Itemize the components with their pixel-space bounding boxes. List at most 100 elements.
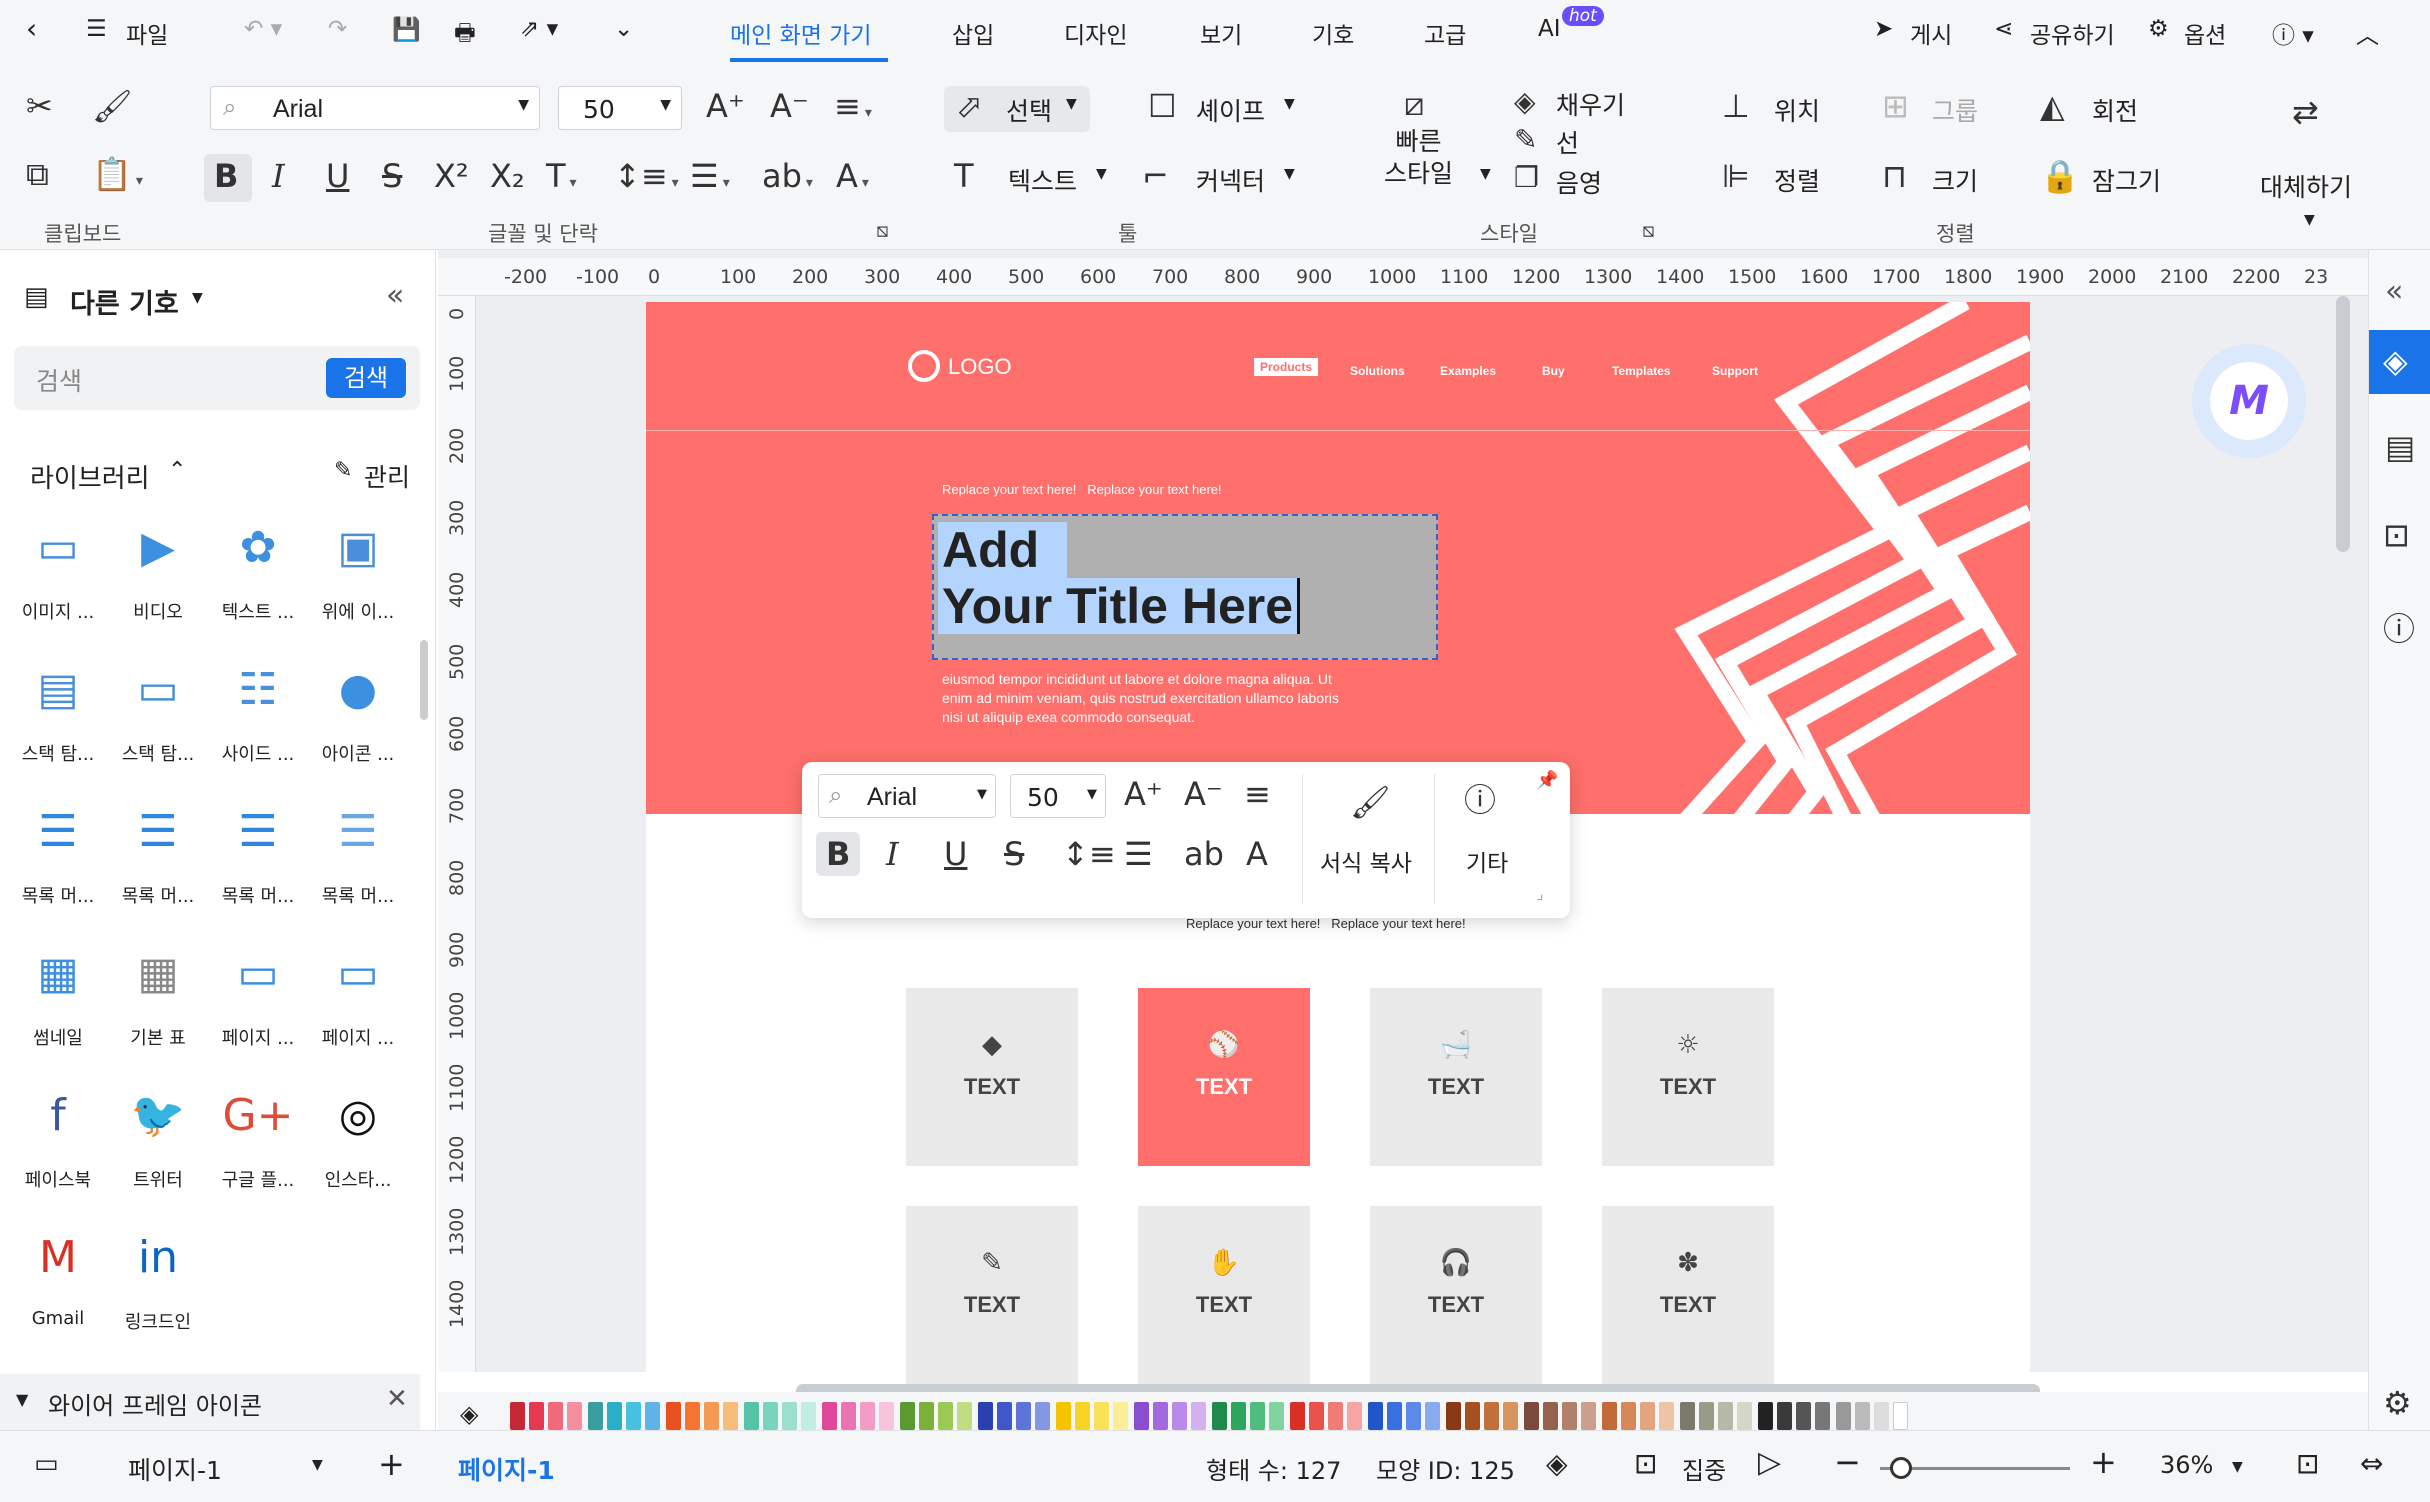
color-swatch[interactable] bbox=[1777, 1402, 1792, 1430]
page-tab-active[interactable]: 페이지-1 bbox=[458, 1451, 555, 1487]
library-item[interactable]: ✿ 텍스트 ... bbox=[210, 520, 306, 630]
color-swatch[interactable] bbox=[1737, 1402, 1752, 1430]
search-box[interactable]: 검색 검색 bbox=[14, 346, 420, 410]
publish-button[interactable]: 게시 bbox=[1910, 16, 1952, 50]
color-swatch[interactable] bbox=[1153, 1402, 1168, 1430]
color-swatch[interactable] bbox=[1815, 1402, 1830, 1430]
color-swatch[interactable] bbox=[685, 1402, 700, 1430]
text-tool[interactable]: 텍스트 bbox=[1008, 162, 1077, 198]
font-color-icon[interactable]: A bbox=[1246, 838, 1268, 870]
color-swatch[interactable] bbox=[529, 1402, 544, 1430]
expand-panel-icon[interactable]: « bbox=[2385, 274, 2403, 309]
line-spacing-icon[interactable]: ↕≡ ▾ bbox=[614, 160, 679, 192]
ai-assistant-button[interactable]: M bbox=[2192, 344, 2306, 458]
font-family-select[interactable]: ⌕ Arial ▼ bbox=[210, 86, 540, 130]
undo-icon[interactable]: ↶ ▾ bbox=[244, 16, 282, 42]
pin-icon[interactable]: 📌 bbox=[1536, 770, 1558, 791]
color-swatch[interactable] bbox=[1387, 1402, 1402, 1430]
italic-icon[interactable]: I bbox=[886, 838, 899, 870]
settings-icon[interactable]: ⚙ bbox=[2383, 1384, 2412, 1422]
library-item[interactable]: ◎ 인스타... bbox=[310, 1088, 406, 1198]
color-swatch[interactable] bbox=[938, 1402, 953, 1430]
color-swatch[interactable] bbox=[1231, 1402, 1246, 1430]
color-swatch[interactable] bbox=[1425, 1402, 1440, 1430]
expand-icon[interactable]: ⧅ bbox=[1642, 220, 1655, 240]
feature-tile[interactable]: ✋ TEXT bbox=[1138, 1206, 1310, 1384]
tab-insert[interactable]: 삽입 bbox=[952, 16, 994, 50]
size-button[interactable]: 크기 bbox=[1932, 162, 1978, 198]
color-swatch[interactable] bbox=[607, 1402, 622, 1430]
color-swatch[interactable] bbox=[1290, 1402, 1305, 1430]
color-swatch[interactable] bbox=[1503, 1402, 1518, 1430]
zoom-level[interactable]: 36% bbox=[2160, 1451, 2213, 1479]
library-item[interactable]: ☰ 목록 머... bbox=[10, 804, 106, 914]
color-swatch[interactable] bbox=[744, 1402, 759, 1430]
layers-icon[interactable]: ◈ bbox=[1546, 1447, 1568, 1480]
nav-products[interactable]: Products bbox=[1254, 358, 1319, 376]
decrease-font-icon[interactable]: A⁻ bbox=[770, 90, 809, 122]
select-tool[interactable]: 선택 bbox=[1006, 92, 1052, 128]
font-size-select[interactable]: 50 ▼ bbox=[558, 86, 682, 130]
color-swatch[interactable] bbox=[1250, 1402, 1265, 1430]
color-swatch[interactable] bbox=[1056, 1402, 1071, 1430]
color-swatch[interactable] bbox=[626, 1402, 641, 1430]
library-item[interactable]: ▭ 페이지 ... bbox=[210, 946, 306, 1056]
color-swatch[interactable] bbox=[860, 1402, 875, 1430]
color-swatch[interactable] bbox=[978, 1402, 993, 1430]
color-swatch[interactable] bbox=[1893, 1402, 1908, 1430]
fill-color-icon[interactable]: ◈ bbox=[460, 1400, 478, 1428]
library-item[interactable]: 🐦 트위터 bbox=[110, 1088, 206, 1198]
cut-icon[interactable]: ✂ bbox=[26, 90, 53, 122]
redo-icon[interactable]: ↷ bbox=[328, 16, 347, 42]
presentation-icon[interactable]: ⊡ bbox=[2383, 516, 2410, 554]
replace-button[interactable]: 대체하기 bbox=[2260, 168, 2352, 204]
align-button[interactable]: 정렬 bbox=[1774, 162, 1820, 198]
zoom-in-icon[interactable]: + bbox=[2090, 1443, 2117, 1481]
superscript-icon[interactable]: X² bbox=[434, 160, 469, 192]
tab-view[interactable]: 보기 bbox=[1200, 16, 1242, 50]
color-swatch[interactable] bbox=[588, 1402, 603, 1430]
page-icon[interactable]: ▤ bbox=[2385, 428, 2415, 466]
feature-tile[interactable]: ◆ TEXT bbox=[906, 988, 1078, 1166]
library-item[interactable]: ● 아이콘 ... bbox=[310, 662, 406, 772]
library-item[interactable]: ☷ 사이드 ... bbox=[210, 662, 306, 772]
underline-icon[interactable]: U bbox=[326, 160, 349, 192]
color-swatch[interactable] bbox=[567, 1402, 582, 1430]
tab-home[interactable]: 메인 화면 가기 bbox=[730, 16, 872, 50]
options-button[interactable]: 옵션 bbox=[2184, 16, 2226, 50]
color-swatch[interactable] bbox=[1368, 1402, 1383, 1430]
float-size-select[interactable]: 50 ▼ bbox=[1010, 774, 1106, 818]
connector-tool[interactable]: 커넥터 bbox=[1196, 162, 1265, 198]
library-item[interactable]: ▭ 스택 탐... bbox=[110, 662, 206, 772]
color-swatch[interactable] bbox=[900, 1402, 915, 1430]
text-style-icon[interactable]: T ▾ bbox=[546, 160, 577, 192]
play-icon[interactable]: ▷ bbox=[1758, 1445, 1781, 1480]
add-page-icon[interactable]: + bbox=[378, 1445, 405, 1483]
color-swatch[interactable] bbox=[704, 1402, 719, 1430]
strikethrough-icon[interactable]: S bbox=[1004, 838, 1024, 870]
color-swatch[interactable] bbox=[1035, 1402, 1050, 1430]
color-swatch[interactable] bbox=[1094, 1402, 1109, 1430]
more-dropdown-icon[interactable]: ⌄ bbox=[614, 16, 633, 42]
text-case-icon[interactable]: ab ▾ bbox=[762, 160, 813, 192]
color-swatch[interactable] bbox=[1191, 1402, 1206, 1430]
color-swatch[interactable] bbox=[645, 1402, 660, 1430]
search-input[interactable]: 검색 bbox=[36, 362, 82, 398]
color-swatch[interactable] bbox=[919, 1402, 934, 1430]
color-swatch[interactable] bbox=[1075, 1402, 1090, 1430]
library-item[interactable]: ☰ 목록 머... bbox=[310, 804, 406, 914]
feature-tile[interactable]: ⚾ TEXT bbox=[1138, 988, 1310, 1166]
quick-style-button[interactable]: 빠른 스타일 bbox=[1384, 126, 1453, 190]
color-swatch[interactable] bbox=[1855, 1402, 1870, 1430]
title-textbox[interactable]: Add Your Title Here bbox=[932, 514, 1438, 660]
bold-icon[interactable]: B bbox=[826, 838, 850, 870]
color-swatch[interactable] bbox=[1581, 1402, 1596, 1430]
color-swatch[interactable] bbox=[1796, 1402, 1811, 1430]
library-item[interactable]: ▭ 페이지 ... bbox=[310, 946, 406, 1056]
color-swatch[interactable] bbox=[510, 1402, 525, 1430]
shape-tool[interactable]: 셰이프 bbox=[1196, 92, 1265, 128]
chevron-up-icon[interactable]: ⌃ bbox=[168, 458, 186, 483]
color-swatch[interactable] bbox=[1562, 1402, 1577, 1430]
paste-icon[interactable]: 📋 ▾ bbox=[92, 158, 143, 190]
more-button[interactable]: 기타 bbox=[1466, 844, 1508, 878]
